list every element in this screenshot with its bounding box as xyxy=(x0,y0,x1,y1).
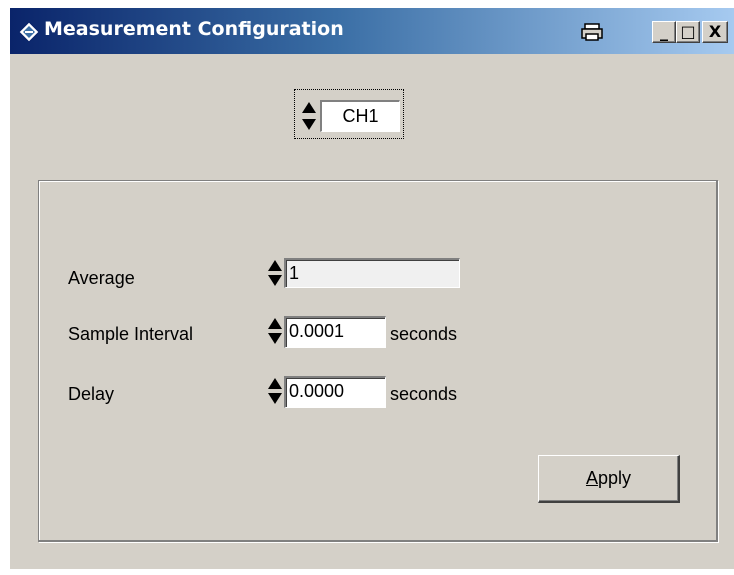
sample-interval-field[interactable]: 0.0001 xyxy=(284,316,386,348)
close-icon: X xyxy=(708,22,722,41)
sample-interval-unit: seconds xyxy=(390,324,458,344)
print-button[interactable] xyxy=(580,21,606,43)
delay-field[interactable]: 0.0000 xyxy=(284,376,386,408)
measurement-configuration-window: Measurement Configuration _ □ X CH1 Aver… xyxy=(10,8,734,569)
print-icon xyxy=(581,23,603,41)
delay-unit: seconds xyxy=(390,384,458,404)
minimize-button[interactable]: _ xyxy=(652,21,676,43)
app-logo-icon xyxy=(18,21,40,43)
close-button[interactable]: X xyxy=(702,21,728,43)
delay-label: Delay xyxy=(68,384,115,404)
minimize-icon: _ xyxy=(660,22,668,41)
channel-spinner-icon[interactable] xyxy=(300,99,318,133)
sample-interval-label: Sample Interval xyxy=(68,324,194,344)
maximize-icon: □ xyxy=(680,22,696,41)
average-spinner-icon[interactable] xyxy=(266,258,284,288)
apply-mnemonic: A xyxy=(585,468,598,488)
channel-field[interactable]: CH1 xyxy=(320,100,400,132)
average-label: Average xyxy=(68,268,135,288)
sample-interval-spinner-icon[interactable] xyxy=(266,316,284,346)
title-bar[interactable]: Measurement Configuration _ □ X xyxy=(10,8,734,54)
average-field[interactable]: 1 xyxy=(284,258,460,288)
apply-label-rest: pply xyxy=(597,468,632,488)
maximize-button[interactable]: □ xyxy=(676,21,700,43)
window-title: Measurement Configuration xyxy=(44,18,344,40)
delay-spinner-icon[interactable] xyxy=(266,376,284,406)
apply-button[interactable]: Apply xyxy=(538,455,680,503)
